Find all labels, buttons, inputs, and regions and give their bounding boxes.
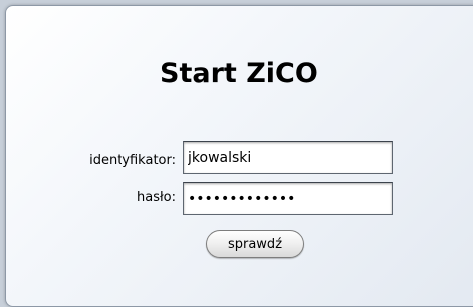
submit-button[interactable]: sprawdź (206, 230, 304, 258)
page-title: Start ZiCO (160, 58, 318, 89)
password-label: hasło: (136, 190, 176, 205)
password-input[interactable] (183, 182, 393, 215)
username-label: identyfikator: (89, 153, 176, 168)
login-panel: Start ZiCO identyfikator: hasło: sprawdź (5, 5, 473, 307)
username-input[interactable] (183, 141, 393, 174)
